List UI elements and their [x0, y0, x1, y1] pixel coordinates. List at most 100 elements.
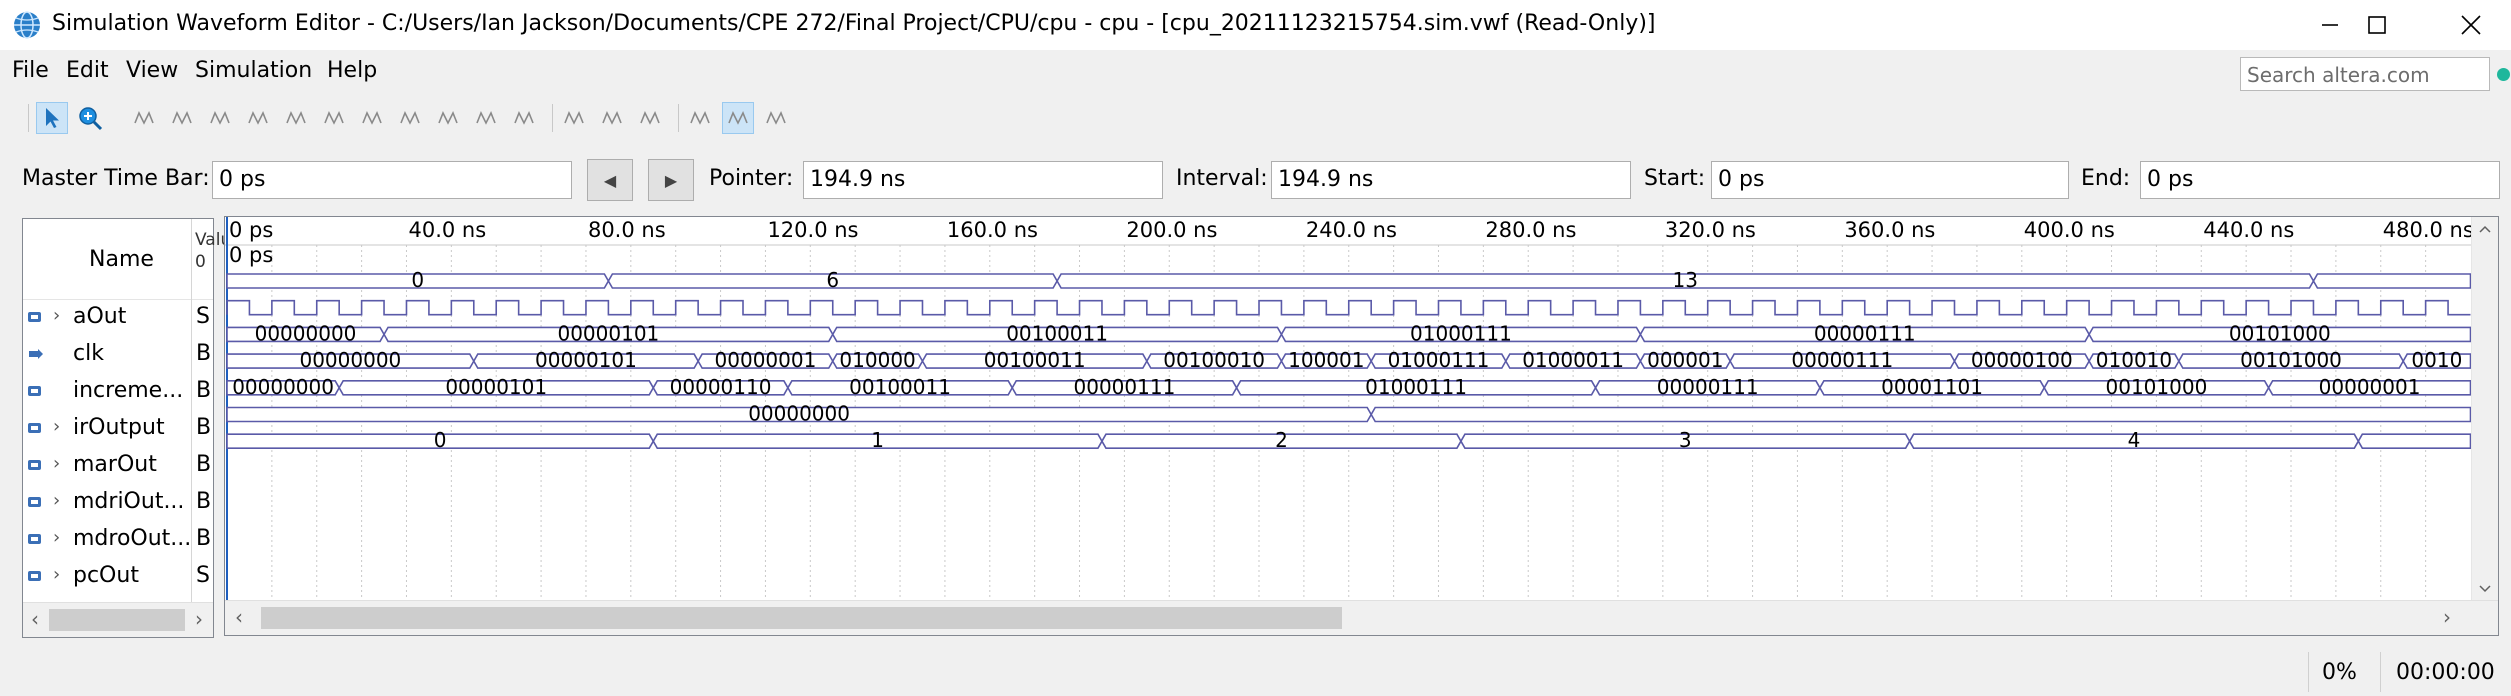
expand-chevron-icon[interactable]: › — [53, 490, 60, 511]
menu-edit[interactable]: Edit — [66, 58, 109, 83]
bus-value-label: 00100011 — [1006, 321, 1108, 345]
master-time-marker-label: 0 ps — [229, 243, 273, 267]
signal-row[interactable]: › irOutput B — [23, 410, 213, 447]
bus-segment — [1370, 406, 2471, 423]
scrollbar-thumb[interactable] — [261, 607, 1342, 629]
ruler-tick-label: 360.0 ns — [1844, 218, 1935, 242]
bus-value-label: 01000111 — [1388, 348, 1490, 372]
scroll-down-icon[interactable] — [2479, 585, 2491, 593]
random-value-button[interactable] — [558, 102, 590, 134]
scroll-right-icon[interactable]: › — [2443, 605, 2451, 629]
arbitrary-value-button[interactable] — [508, 102, 540, 134]
ruler-tick-label: 320.0 ns — [1665, 218, 1756, 242]
bus-value-label: 00000110 — [670, 375, 772, 399]
waveform-horizontal-scrollbar[interactable]: ‹ › — [225, 600, 2498, 635]
menu-file[interactable]: File — [12, 58, 49, 83]
count-value-button[interactable] — [432, 102, 464, 134]
close-button[interactable] — [2424, 0, 2511, 50]
maximize-button[interactable] — [2330, 0, 2424, 50]
toolbar — [0, 96, 2511, 140]
scroll-left-icon[interactable]: ‹ — [235, 605, 243, 629]
snap-to-grid-button[interactable] — [722, 102, 754, 134]
ruler-tick-label: 200.0 ns — [1126, 218, 1217, 242]
grid-settings-button[interactable] — [760, 102, 792, 134]
signal-row[interactable]: increme... B — [23, 373, 213, 410]
ruler-tick-label: 280.0 ns — [1485, 218, 1576, 242]
force-weak-low-button[interactable] — [280, 102, 312, 134]
invert-button[interactable] — [394, 102, 426, 134]
force-dont-care-button[interactable] — [356, 102, 388, 134]
bus-value-label: 00100011 — [984, 348, 1086, 372]
maximize-icon — [2368, 16, 2386, 34]
previous-transition-button[interactable]: ◀ — [587, 159, 633, 201]
scrollbar-thumb[interactable] — [49, 609, 185, 631]
force-weak-high-button[interactable] — [318, 102, 350, 134]
menu-simulation[interactable]: Simulation — [195, 58, 312, 83]
zoom-tool-button[interactable] — [74, 102, 106, 134]
force-high-impedance-button[interactable] — [242, 102, 274, 134]
ruler-tick-label: 440.0 ns — [2203, 218, 2294, 242]
signal-radix: B — [196, 415, 212, 440]
menu-help[interactable]: Help — [327, 58, 377, 83]
ruler-tick-label: 40.0 ns — [408, 218, 486, 242]
window-title: Simulation Waveform Editor - C:/Users/Ia… — [52, 11, 1656, 36]
force-high-icon — [210, 111, 230, 125]
bus-value-label: 00001101 — [1881, 375, 1983, 399]
signal-row[interactable]: › pcOut S — [23, 558, 213, 595]
scroll-left-icon[interactable]: ‹ — [31, 607, 39, 631]
signal-name: increme... — [73, 378, 184, 403]
status-separator — [2308, 652, 2309, 692]
menu-view[interactable]: View — [126, 58, 178, 83]
force-unknown-icon — [134, 111, 154, 125]
bus-output-icon — [28, 460, 41, 470]
connection-status-icon — [2497, 68, 2510, 81]
clock-button[interactable] — [470, 102, 502, 134]
signal-row[interactable]: › aOut S — [23, 299, 213, 336]
force-unknown-button[interactable] — [128, 102, 160, 134]
timing-simulation-button[interactable] — [634, 102, 666, 134]
master-time-bar-field[interactable]: 0 ps — [212, 161, 572, 199]
selection-tool-button[interactable] — [36, 102, 68, 134]
expand-chevron-icon[interactable]: › — [53, 564, 60, 585]
progress-percent: 0% — [2322, 660, 2357, 685]
name-panel-scrollbar[interactable]: ‹ › — [23, 602, 213, 637]
name-column-header: Name Valu 0 — [23, 219, 231, 300]
netlist-viewer-button[interactable] — [684, 102, 716, 134]
status-separator — [2380, 652, 2381, 692]
scroll-up-icon[interactable] — [2479, 225, 2491, 233]
bus-value-label: 00000111 — [1814, 321, 1916, 345]
zoom-tool-icon — [79, 107, 103, 131]
master-time-bar-label: Master Time Bar: — [22, 166, 210, 191]
force-low-button[interactable] — [166, 102, 198, 134]
signal-row[interactable]: clk B — [23, 336, 213, 373]
bus-value-label: 00000000 — [748, 402, 850, 426]
functional-simulation-button[interactable] — [596, 102, 628, 134]
signal-radix: B — [196, 489, 212, 514]
interval-label: Interval: — [1176, 166, 1268, 191]
signal-row[interactable]: › mdroOut... B — [23, 521, 213, 558]
bus-output-icon — [28, 571, 41, 581]
expand-chevron-icon[interactable]: › — [53, 453, 60, 474]
bus-value-label: 010010 — [2096, 348, 2172, 372]
signal-row[interactable]: › marOut B — [23, 447, 213, 484]
ruler-tick-label: 0 ps — [229, 218, 273, 242]
waveform-vertical-scrollbar[interactable] — [2471, 217, 2498, 601]
next-transition-button[interactable]: ▶ — [648, 159, 694, 201]
bus-value-label: 0 — [434, 428, 447, 452]
bus-value-label: 01000111 — [1365, 375, 1467, 399]
expand-chevron-icon[interactable]: › — [53, 527, 60, 548]
expand-chevron-icon[interactable]: › — [53, 305, 60, 326]
force-weak-low-icon — [286, 111, 306, 125]
scroll-right-icon[interactable]: › — [195, 607, 203, 631]
bus-value-label: 010000 — [839, 348, 915, 372]
waveform-canvas[interactable]: 0 ps 40.0 ns 80.0 ns 120.0 ns 160.0 ns 200.0 … — [225, 217, 2471, 601]
search-input[interactable]: Search altera.com — [2240, 57, 2490, 91]
waveform-panel[interactable]: 0 ps 40.0 ns 80.0 ns 120.0 ns 160.0 ns 200.0 … — [224, 216, 2499, 636]
bus-value-label: 00000000 — [232, 375, 334, 399]
bus-value-label: 000001 — [1647, 348, 1723, 372]
force-high-button[interactable] — [204, 102, 236, 134]
signal-row[interactable]: › mdriOut... B — [23, 484, 213, 521]
expand-chevron-icon[interactable]: › — [53, 416, 60, 437]
selection-tool-icon — [46, 108, 59, 128]
bus-value-label: 00000000 — [255, 321, 357, 345]
